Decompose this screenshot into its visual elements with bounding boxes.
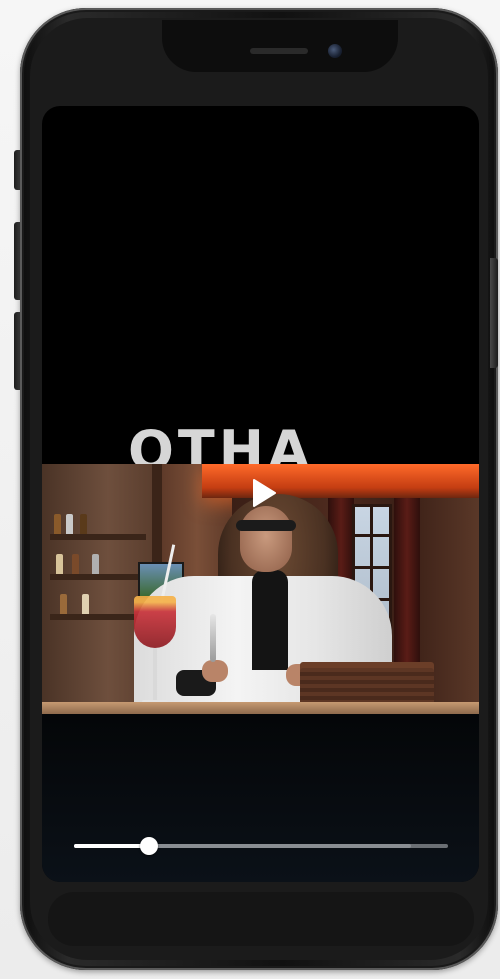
play-button[interactable] <box>252 479 276 507</box>
video-spoon <box>210 614 216 662</box>
video-bottle <box>80 514 87 534</box>
video-person-hand <box>202 660 228 682</box>
video-ceiling-lights <box>202 464 479 498</box>
screen-bottom-area <box>42 714 479 882</box>
earpiece-speaker <box>250 48 308 54</box>
phone-chin <box>48 892 474 946</box>
progress-thumb[interactable] <box>139 837 158 855</box>
video-bottle <box>66 514 73 534</box>
power-button <box>490 258 498 368</box>
play-icon <box>253 479 276 507</box>
video-bottle <box>54 514 61 534</box>
video-bottle <box>56 554 63 574</box>
video-glass-stem <box>153 648 157 702</box>
progress-fill <box>74 844 149 848</box>
video-shelf <box>50 534 146 540</box>
video-shelf <box>50 574 146 580</box>
video-bottle <box>72 554 79 574</box>
page: OTHA <box>0 0 500 979</box>
front-camera <box>328 44 342 58</box>
video-person-turtleneck <box>252 570 288 670</box>
video-bottle <box>60 594 67 614</box>
caption-text: OTHA <box>128 424 314 464</box>
video-shelf <box>50 614 146 620</box>
video-bottle <box>92 554 99 574</box>
video-curtain <box>394 498 420 668</box>
video-progress-slider[interactable] <box>74 836 448 856</box>
video-person-sunglasses <box>236 520 296 531</box>
phone-screen: OTHA <box>42 106 479 882</box>
video-table <box>42 702 479 714</box>
notch <box>162 20 398 72</box>
video-person-face <box>240 506 292 572</box>
video-cocktail-glass <box>134 596 176 648</box>
video-bottle <box>82 594 89 614</box>
